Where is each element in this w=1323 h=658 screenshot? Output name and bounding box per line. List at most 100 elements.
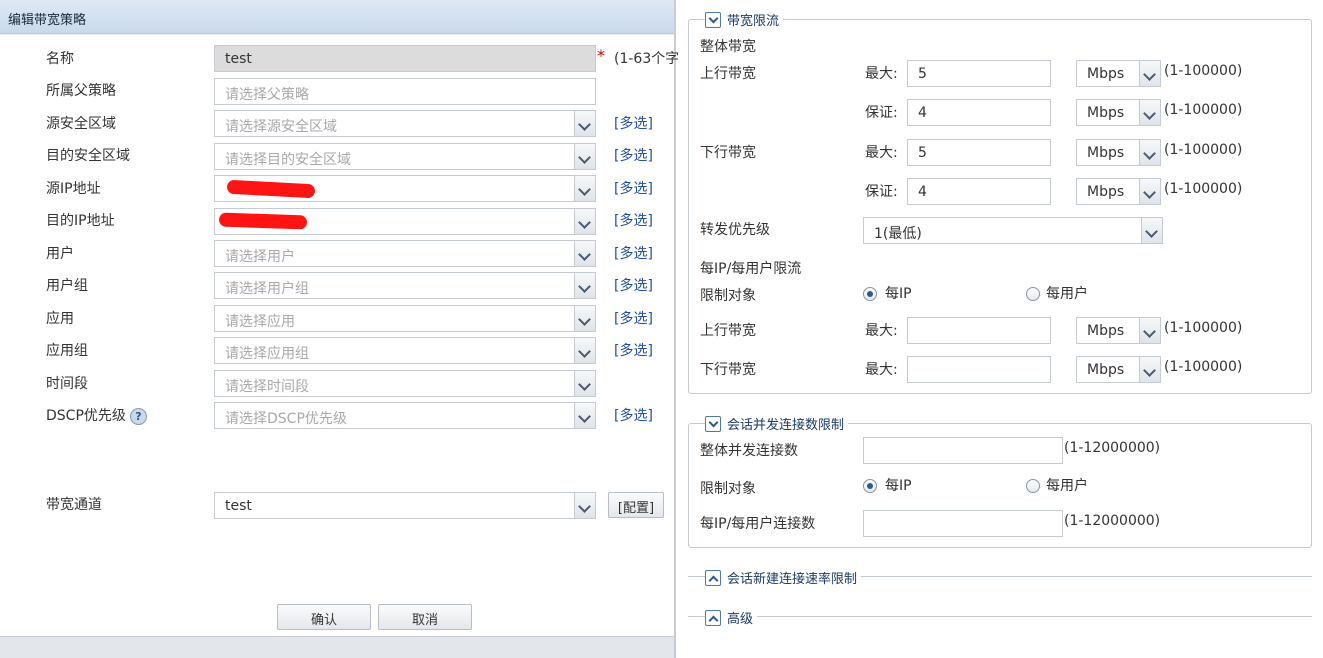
session-per-user-radio[interactable]: [1026, 479, 1040, 493]
dest-ip-multi-select-link[interactable]: [多选]: [614, 210, 653, 230]
source-zone-select[interactable]: 请选择源安全区域: [214, 110, 596, 137]
bandwidth-limit-legend[interactable]: 带宽限流: [705, 10, 784, 29]
expand-icon[interactable]: [705, 609, 721, 626]
time-range-label: 时间段: [46, 376, 88, 392]
bandwidth-channel-label: 带宽通道: [46, 497, 102, 513]
dest-zone-multi-select-link[interactable]: [多选]: [614, 145, 653, 165]
per-up-max-input[interactable]: [907, 317, 1051, 344]
range-hint: (1-100000): [1164, 359, 1243, 375]
user-select[interactable]: 请选择用户: [214, 240, 596, 267]
chevron-down-icon[interactable]: [574, 209, 595, 234]
chevron-down-icon[interactable]: [574, 176, 595, 201]
chevron-down-icon[interactable]: [574, 241, 595, 266]
per-user-radio[interactable]: [1026, 287, 1040, 301]
down-guarantee-unit-select[interactable]: Mbps: [1076, 178, 1161, 205]
application-label: 应用: [46, 311, 74, 327]
per-down-unit-select[interactable]: Mbps: [1076, 356, 1161, 383]
chevron-down-icon[interactable]: [1139, 318, 1160, 343]
advanced-legend[interactable]: 高级: [705, 608, 758, 627]
per-down-max-input[interactable]: [907, 356, 1051, 383]
application-group-multi-select-link[interactable]: [多选]: [614, 340, 653, 360]
parent-policy-label: 所属父策略: [46, 83, 116, 99]
chevron-down-icon[interactable]: [1139, 100, 1160, 125]
dest-zone-select[interactable]: 请选择目的安全区域: [214, 143, 596, 170]
per-ip-radio[interactable]: [863, 287, 877, 301]
chevron-down-icon[interactable]: [574, 371, 595, 396]
up-guarantee-input[interactable]: 4: [907, 99, 1051, 126]
chevron-down-icon[interactable]: [1139, 140, 1160, 165]
chevron-down-icon[interactable]: [574, 403, 595, 428]
dest-ip-select[interactable]: [214, 208, 596, 235]
dscp-label: DSCP优先级?: [46, 405, 147, 425]
help-icon[interactable]: ?: [129, 407, 147, 425]
concurrency-range-hint: (1-12000000): [1064, 440, 1161, 456]
chevron-down-icon[interactable]: [574, 144, 595, 169]
bandwidth-channel-value: test: [225, 498, 252, 514]
dscp-multi-select-link[interactable]: [多选]: [614, 405, 653, 425]
source-zone-multi-select-link[interactable]: [多选]: [614, 113, 653, 133]
up-max-input[interactable]: 5: [907, 60, 1051, 87]
per-down-max-label: 最大:: [865, 362, 898, 378]
chevron-down-icon[interactable]: [1139, 357, 1160, 382]
unit-value: Mbps: [1087, 105, 1125, 121]
dest-zone-label: 目的安全区域: [46, 148, 130, 164]
time-range-placeholder: 请选择时间段: [225, 379, 309, 395]
down-guarantee-input[interactable]: 4: [907, 178, 1051, 205]
chevron-down-icon[interactable]: [1139, 179, 1160, 204]
confirm-button[interactable]: 确认: [277, 604, 371, 630]
new-connection-rate-legend[interactable]: 会话新建连接速率限制: [705, 568, 862, 587]
down-max-unit-select[interactable]: Mbps: [1076, 139, 1161, 166]
user-multi-select-link[interactable]: [多选]: [614, 243, 653, 263]
user-placeholder: 请选择用户: [225, 249, 295, 265]
time-range-select[interactable]: 请选择时间段: [214, 370, 596, 397]
chevron-down-icon[interactable]: [574, 306, 595, 331]
up-guarantee-unit-select[interactable]: Mbps: [1076, 99, 1161, 126]
expand-icon[interactable]: [705, 569, 721, 586]
dialog-bottom-strip: [0, 636, 674, 658]
overall-concurrency-input[interactable]: [863, 437, 1063, 464]
down-max-input[interactable]: 5: [907, 139, 1051, 166]
chevron-down-icon[interactable]: [1141, 218, 1162, 243]
chevron-down-icon[interactable]: [574, 493, 595, 518]
user-group-multi-select-link[interactable]: [多选]: [614, 275, 653, 295]
collapse-icon[interactable]: [705, 11, 721, 28]
per-connection-input[interactable]: [863, 510, 1063, 537]
source-ip-select[interactable]: [214, 175, 596, 202]
dest-ip-label: 目的IP地址: [46, 213, 115, 229]
range-hint: (1-100000): [1164, 102, 1243, 118]
parent-policy-input[interactable]: 请选择父策略: [214, 78, 596, 105]
chevron-down-icon[interactable]: [1139, 61, 1160, 86]
per-ip-user-limit-label: 每IP/每用户限流: [700, 261, 802, 277]
bandwidth-channel-select[interactable]: test: [214, 492, 596, 519]
source-zone-label: 源安全区域: [46, 116, 116, 132]
unit-value: Mbps: [1087, 323, 1125, 339]
cancel-button[interactable]: 取消: [378, 604, 472, 630]
dscp-select[interactable]: 请选择DSCP优先级: [214, 402, 596, 429]
configure-channel-button[interactable]: [配置]: [608, 492, 664, 518]
per-up-max-label: 最大:: [865, 323, 898, 339]
collapse-icon[interactable]: [705, 415, 721, 432]
application-group-placeholder: 请选择应用组: [225, 346, 309, 362]
application-group-select[interactable]: 请选择应用组: [214, 337, 596, 364]
range-hint: (1-100000): [1164, 142, 1243, 158]
session-concurrency-legend[interactable]: 会话并发连接数限制: [705, 414, 849, 433]
user-group-select[interactable]: 请选择用户组: [214, 272, 596, 299]
edit-bandwidth-policy-dialog: 编辑带宽策略 名称 所属父策略 源安全区域 目的安全区域 源IP地址 目的IP地…: [0, 0, 679, 658]
dialog-title: 编辑带宽策略: [0, 0, 674, 34]
name-input[interactable]: test: [214, 45, 596, 72]
source-ip-multi-select-link[interactable]: [多选]: [614, 178, 653, 198]
application-select[interactable]: 请选择应用: [214, 305, 596, 332]
up-max-unit-select[interactable]: Mbps: [1076, 60, 1161, 87]
per-upstream-label: 上行带宽: [700, 323, 756, 339]
forward-priority-select[interactable]: 1(最低): [863, 217, 1163, 244]
downstream-bandwidth-label: 下行带宽: [700, 145, 756, 161]
chevron-down-icon[interactable]: [574, 338, 595, 363]
chevron-down-icon[interactable]: [574, 273, 595, 298]
chevron-down-icon[interactable]: [574, 111, 595, 136]
application-multi-select-link[interactable]: [多选]: [614, 308, 653, 328]
user-label: 用户: [46, 246, 74, 262]
up-max-label: 最大:: [865, 66, 898, 82]
upstream-bandwidth-label: 上行带宽: [700, 66, 756, 82]
session-per-ip-radio[interactable]: [863, 479, 877, 493]
per-up-unit-select[interactable]: Mbps: [1076, 317, 1161, 344]
